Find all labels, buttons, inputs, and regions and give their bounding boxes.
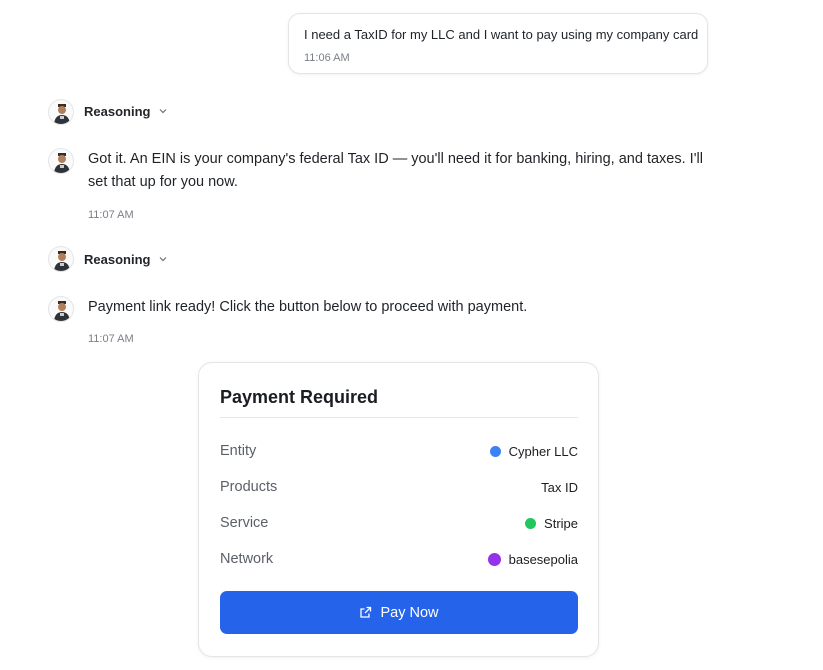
avatar-icon xyxy=(54,104,70,124)
assistant-avatar xyxy=(48,148,74,174)
assistant-message-time: 11:07 AM xyxy=(88,209,134,221)
avatar-icon xyxy=(54,301,70,321)
payment-row-value-text: Tax ID xyxy=(541,480,578,495)
payment-row-value: Cypher LLC xyxy=(489,444,578,459)
chevron-down-icon xyxy=(158,252,168,267)
payment-row-label: Entity xyxy=(220,443,257,459)
payment-card: Payment Required Entity Cypher LLC Produ… xyxy=(198,362,599,657)
chevron-down-icon xyxy=(158,104,168,119)
avatar-icon xyxy=(54,153,70,173)
payment-row-products: Products Tax ID xyxy=(220,479,578,499)
payment-row-label: Network xyxy=(220,551,274,567)
status-dot-icon xyxy=(487,553,501,566)
assistant-message-line: Got it. An EIN is your company's federal… xyxy=(88,151,703,167)
assistant-avatar xyxy=(48,246,74,272)
external-link-icon xyxy=(359,606,372,619)
reasoning-label: Reasoning xyxy=(84,104,151,119)
reasoning-label: Reasoning xyxy=(84,252,151,267)
payment-row-value: basesepolia xyxy=(487,552,578,567)
divider xyxy=(220,417,578,418)
assistant-message-line: set that up for you now. xyxy=(88,174,238,190)
pay-now-label: Pay Now xyxy=(380,604,439,621)
user-message-time: 11:06 AM xyxy=(304,52,350,64)
payment-row-entity: Entity Cypher LLC xyxy=(220,443,578,463)
payment-row-value: Stripe xyxy=(525,516,578,531)
assistant-message: Got it. An EIN is your company's federal… xyxy=(88,148,703,194)
payment-row-value-text: Stripe xyxy=(544,516,578,531)
user-message-text: I need a TaxID for my LLC and I want to … xyxy=(304,27,699,42)
assistant-message-time: 11:07 AM xyxy=(88,333,134,345)
payment-row-service: Service Stripe xyxy=(220,515,578,535)
reasoning-toggle[interactable]: Reasoning xyxy=(84,104,168,119)
status-dot-icon xyxy=(525,518,537,529)
pay-now-button[interactable]: Pay Now xyxy=(220,591,578,634)
avatar-icon xyxy=(54,251,70,271)
payment-row-value-text: basesepolia xyxy=(508,552,578,567)
reasoning-toggle[interactable]: Reasoning xyxy=(84,252,168,267)
assistant-message-line: Payment link ready! Click the button bel… xyxy=(88,299,528,315)
payment-row-value-text: Cypher LLC xyxy=(508,444,578,459)
status-dot-icon xyxy=(489,446,501,457)
payment-card-title: Payment Required xyxy=(220,387,379,407)
payment-row-network: Network basesepolia xyxy=(220,551,578,571)
user-message-bubble: I need a TaxID for my LLC and I want to … xyxy=(288,13,708,74)
payment-row-label: Service xyxy=(220,515,269,531)
assistant-avatar xyxy=(48,296,74,322)
assistant-message: Payment link ready! Click the button bel… xyxy=(88,296,527,319)
payment-row-value: Tax ID xyxy=(541,480,578,495)
assistant-avatar xyxy=(48,99,74,125)
payment-row-label: Products xyxy=(220,479,278,495)
